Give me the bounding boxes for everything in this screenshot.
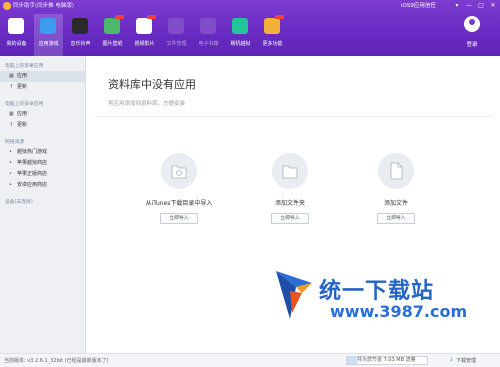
- nav-item-label: 音乐铃声: [70, 41, 91, 47]
- main-content: 资料库中没有应用 将应用添加到资料库，方便安装 从iTunes下载目录中导入 立…: [87, 56, 500, 353]
- sidebar-section-title[interactable]: 设备(未连接): [5, 198, 33, 205]
- folder-icon: [168, 18, 184, 34]
- title-bar: 同步助手(同步推 电脑版) iOS9应用信任 ▾ — □ ✕: [0, 0, 500, 12]
- storage-meter-fill: [347, 357, 357, 364]
- minimize-icon[interactable]: —: [465, 2, 473, 10]
- nav-item[interactable]: 应用游戏: [34, 14, 63, 56]
- sidebar-item-label: 苹果正版商店: [17, 171, 48, 177]
- nav-item[interactable]: 刷机越狱: [226, 14, 255, 56]
- login-label: 登录: [466, 42, 478, 48]
- watermark-logo-icon: [276, 271, 312, 319]
- dot-icon: •: [9, 171, 12, 177]
- nav-item[interactable]: 电子书籍: [194, 14, 223, 56]
- refresh-icon: [232, 18, 248, 34]
- dot-icon: •: [9, 182, 12, 188]
- avatar-icon: [464, 16, 480, 32]
- storage-meter: 共为您节省 7.03 MB 流量: [346, 356, 428, 365]
- new-badge: [275, 15, 284, 19]
- nav-item[interactable]: 视频影片: [130, 14, 159, 56]
- option-label: 添加文件: [383, 200, 408, 207]
- music-disc-icon: [72, 18, 88, 34]
- sidebar: 电脑上的苹果应用 ▦ 应用 ↑ 更新 电脑上的安卓应用 ▦ 应用 ↑ 更新 网络资源 • 越狱热门游戏 •…: [0, 56, 86, 353]
- sidebar-item[interactable]: • 安卓应用商店: [0, 180, 86, 191]
- menu-chevron-icon[interactable]: ▾: [453, 2, 461, 10]
- window-controls: ▾ — □ ✕: [453, 2, 497, 10]
- nav-item[interactable]: 图片壁纸: [98, 14, 127, 56]
- sidebar-item-label: 应用: [17, 73, 28, 79]
- page-subtitle: 将应用添加到资料库，方便安装: [108, 101, 186, 107]
- sidebar-item-label: 安卓应用商店: [17, 182, 48, 188]
- page-title: 资料库中没有应用: [108, 78, 196, 91]
- ios9-trust-link[interactable]: iOS9应用信任: [401, 2, 436, 10]
- status-bar: 当前版本: v3.2.6.1_32bit (已经是最新版本了) 共为您节省 7.…: [0, 353, 500, 367]
- grid-icon: ▦: [9, 111, 14, 117]
- dot-icon: •: [9, 160, 12, 166]
- sidebar-item[interactable]: ↑ 更新: [0, 82, 86, 93]
- option-label: 从iTunes下载目录中导入: [145, 200, 213, 207]
- arrow-up-icon: ↑: [9, 122, 14, 128]
- app-window: 同步助手(同步推 电脑版) iOS9应用信任 ▾ — □ ✕ 我的设备 应用游戏 音…: [0, 0, 500, 367]
- watermark-name: 统一下载站: [319, 279, 435, 304]
- option-label: 添加文件夹: [274, 200, 305, 207]
- maximize-icon[interactable]: □: [477, 2, 485, 10]
- new-badge: [147, 15, 156, 19]
- app-logo-icon: [3, 2, 11, 10]
- sidebar-section-title: 电脑上的苹果应用: [5, 64, 44, 69]
- import-now-button[interactable]: 立即导入: [377, 213, 415, 224]
- divider: [95, 116, 493, 117]
- appstore-icon: [40, 18, 56, 34]
- sidebar-section-title: 电脑上的安卓应用: [5, 102, 44, 107]
- sidebar-item[interactable]: • 越狱热门游戏: [0, 147, 86, 158]
- video-icon: [136, 18, 152, 34]
- itunes-folder-icon: [161, 153, 197, 189]
- nav-item[interactable]: 我的设备: [2, 14, 31, 56]
- sidebar-item-label: 更新: [17, 84, 28, 90]
- file-icon: [378, 153, 414, 189]
- download-icon: ↓: [449, 357, 454, 363]
- sidebar-item-label: 应用: [17, 111, 28, 117]
- sidebar-item-label: 更新: [17, 122, 28, 128]
- watermark: 统一下载站 www.3987.com: [272, 261, 472, 341]
- arrow-up-icon: ↑: [9, 84, 14, 90]
- nav-item-label: 我的设备: [6, 41, 27, 47]
- sidebar-item[interactable]: • 苹果越狱商店: [0, 158, 86, 169]
- nav-item-label: 更多功能: [262, 41, 283, 47]
- nav-item[interactable]: 音乐铃声: [66, 14, 95, 56]
- grid-icon: [264, 18, 280, 34]
- phone-icon: [8, 18, 24, 34]
- nav-item-label: 图片壁纸: [102, 41, 123, 47]
- import-now-button[interactable]: 立即导入: [160, 213, 198, 224]
- close-icon[interactable]: ✕: [489, 2, 497, 10]
- sidebar-item-label: 苹果越狱商店: [17, 160, 48, 166]
- nav-item[interactable]: 更多功能: [258, 14, 287, 56]
- new-badge: [115, 15, 124, 19]
- sidebar-item[interactable]: ↑ 更新: [0, 120, 86, 131]
- storage-label: 共为您节省 7.03 MB 流量: [357, 357, 416, 363]
- main-nav: 我的设备 应用游戏 音乐铃声 图片壁纸 视频影片 文件管理 电子书籍 刷机越狱 更多功能: [0, 14, 287, 56]
- download-manager-link[interactable]: 下载管理: [456, 357, 476, 364]
- sidebar-section-title: 网络资源: [5, 140, 25, 145]
- nav-item-label: 应用游戏: [38, 41, 59, 47]
- window-title: 同步助手(同步推 电脑版): [13, 3, 75, 9]
- header-bar: 同步助手(同步推 电脑版) iOS9应用信任 ▾ — □ ✕ 我的设备 应用游戏 音…: [0, 0, 500, 56]
- watermark-url: www.3987.com: [330, 302, 468, 321]
- sidebar-item-label: 越狱热门游戏: [17, 149, 48, 155]
- nav-item-label: 文件管理: [166, 41, 187, 47]
- sidebar-item[interactable]: ▦ 应用: [0, 109, 86, 120]
- nav-item-label: 刷机越狱: [230, 41, 251, 47]
- sidebar-item[interactable]: • 苹果正版商店: [0, 169, 86, 180]
- photo-icon: [104, 18, 120, 34]
- folder-icon: [272, 153, 308, 189]
- dot-icon: •: [9, 149, 12, 155]
- nav-item-label: 视频影片: [134, 41, 155, 47]
- book-icon: [200, 18, 216, 34]
- nav-item[interactable]: 文件管理: [162, 14, 191, 56]
- version-text: 当前版本: v3.2.6.1_32bit (已经是最新版本了): [4, 358, 109, 364]
- login-button[interactable]: 登录: [461, 16, 483, 52]
- import-now-button[interactable]: 立即导入: [271, 213, 309, 224]
- sidebar-item[interactable]: ▦ 应用: [0, 71, 86, 82]
- nav-item-label: 电子书籍: [198, 41, 219, 47]
- grid-icon: ▦: [9, 73, 14, 79]
